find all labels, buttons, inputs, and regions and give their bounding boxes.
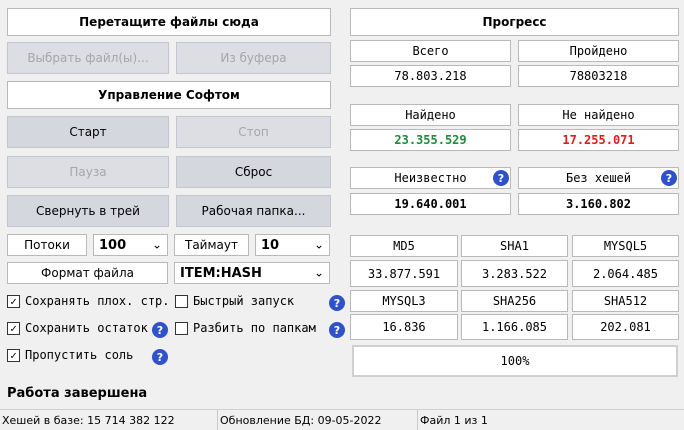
minimize-to-tray-button[interactable]: Свернуть в трей [7,195,169,227]
checkbox-empty-icon [175,294,188,308]
chevron-down-icon: ⌄ [313,265,324,280]
not-found-label: Не найдено [518,104,679,126]
no-hash-value: 3.160.802 [518,193,679,215]
hash-md5-value: 33.877.591 [350,260,458,287]
hash-mysql3-value: 16.836 [350,314,458,340]
split-folders-label: Разбить по папкам [193,321,316,335]
statusbar-hashes-in-db: Хешей в базе: 15 714 382 122 [0,410,218,430]
checkmark-icon: ✓ [7,348,20,362]
file-format-value: ITEM:HASH [180,265,262,281]
skip-salt-label: Пропустить соль [25,348,134,362]
fast-start-label: Быстрый запуск [193,294,295,308]
help-icon[interactable]: ? [329,295,345,311]
help-icon[interactable]: ? [493,170,509,186]
total-value: 78.803.218 [350,65,511,87]
reset-button[interactable]: Сброс [176,156,331,188]
help-icon[interactable]: ? [329,322,345,338]
threads-label: Потоки [7,234,87,256]
hash-sha256-label: SHA256 [461,290,568,312]
checkmark-icon: ✓ [7,321,20,335]
hash-sha512-label: SHA512 [572,290,679,312]
start-button[interactable]: Старт [7,116,169,148]
hash-sha256-value: 1.166.085 [461,314,568,340]
statusbar-file-counter: Файл 1 из 1 [420,413,488,427]
hash-sha1-label: SHA1 [461,235,568,257]
checkbox-empty-icon [175,321,188,335]
status-text: Работа завершена [7,386,148,401]
progress-header: Прогресс [350,8,679,36]
select-files-button[interactable]: Выбрать файл(ы)... [7,42,169,74]
save-rest-checkbox[interactable]: ✓ Сохранить остаток [7,321,148,335]
hash-mysql5-label: MYSQL5 [572,235,679,257]
skip-salt-checkbox[interactable]: ✓ Пропустить соль [7,348,133,362]
passed-value: 78803218 [518,65,679,87]
hash-mysql3-label: MYSQL3 [350,290,458,312]
found-value: 23.355.529 [350,129,511,151]
threads-select[interactable]: 100 ⌄ [93,234,168,256]
threads-value: 100 [99,237,127,253]
progress-bar: 100% [352,345,678,377]
not-found-value: 17.255.071 [518,129,679,151]
timeout-select[interactable]: 10 ⌄ [255,234,330,256]
help-icon[interactable]: ? [152,322,168,338]
checkmark-icon: ✓ [7,294,20,308]
statusbar-db-update: Обновление БД: 09-05-2022 [218,410,418,430]
chevron-down-icon: ⌄ [151,237,162,252]
split-folders-checkbox[interactable]: Разбить по папкам [175,321,316,335]
hash-md5-label: MD5 [350,235,458,257]
fast-start-checkbox[interactable]: Быстрый запуск [175,294,294,308]
drop-zone[interactable]: Перетащите файлы сюда [7,8,331,36]
help-icon[interactable]: ? [661,170,677,186]
from-clipboard-button[interactable]: Из буфера [176,42,331,74]
passed-label: Пройдено [518,40,679,62]
stop-button[interactable]: Стоп [176,116,331,148]
save-bad-lines-label: Сохранять плох. стр. [25,294,170,308]
pause-button[interactable]: Пауза [7,156,169,188]
found-label: Найдено [350,104,511,126]
file-format-label: Формат файла [7,262,168,284]
hash-mysql5-value: 2.064.485 [572,260,679,287]
hash-sha512-value: 202.081 [572,314,679,340]
hash-sha1-value: 3.283.522 [461,260,568,287]
total-label: Всего [350,40,511,62]
timeout-label: Таймаут [174,234,249,256]
timeout-value: 10 [261,237,280,253]
progress-percent: 100% [500,354,530,368]
file-format-select[interactable]: ITEM:HASH ⌄ [174,262,330,284]
save-rest-label: Сохранить остаток [25,321,148,335]
unknown-label: Неизвестно [350,167,511,189]
work-folder-button[interactable]: Рабочая папка... [176,195,331,227]
control-header: Управление Софтом [7,81,331,109]
save-bad-lines-checkbox[interactable]: ✓ Сохранять плох. стр. [7,294,170,308]
no-hash-label-text: Без хешей [565,171,632,185]
chevron-down-icon: ⌄ [313,237,324,252]
unknown-label-text: Неизвестно [394,171,467,185]
status-bar: Хешей в базе: 15 714 382 122 Обновление … [0,409,684,430]
help-icon[interactable]: ? [152,349,168,365]
unknown-value: 19.640.001 [350,193,511,215]
no-hash-label: Без хешей [518,167,679,189]
